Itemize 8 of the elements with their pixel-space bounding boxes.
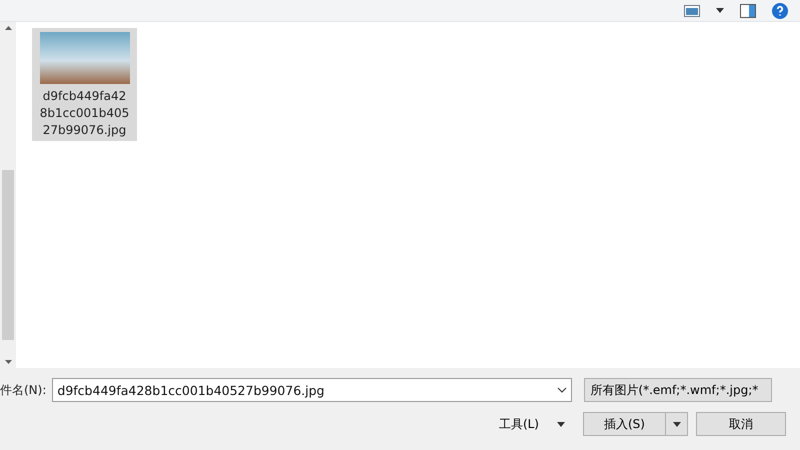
cancel-button[interactable]: 取消	[696, 412, 786, 436]
filename-label: 件名(N):	[0, 382, 46, 398]
filename-field[interactable]: d9fcb449fa428b1cc001b40527b99076.jpg	[52, 378, 572, 402]
file-name: d9fcb449fa428b1cc001b40527b99076.jpg	[40, 88, 130, 139]
insert-button[interactable]: 插入(S)	[583, 412, 688, 436]
file-type-dropdown[interactable]: 所有图片(*.emf;*.wmf;*.jpg;*	[584, 378, 772, 402]
tools-menu[interactable]: 工具(L)	[492, 414, 571, 434]
file-tile[interactable]: d9fcb449fa428b1cc001b40527b99076.jpg	[32, 28, 137, 141]
